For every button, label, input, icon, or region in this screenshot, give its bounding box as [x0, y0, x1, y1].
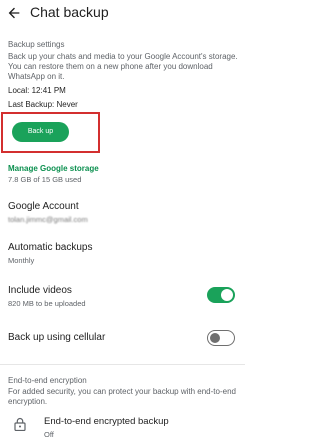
- storage-usage: 7.8 GB of 15 GB used: [8, 175, 82, 184]
- manage-google-storage-link[interactable]: Manage Google storage: [8, 164, 99, 173]
- cellular-backup-title: Back up using cellular: [8, 332, 106, 343]
- section-divider: [0, 364, 245, 365]
- page-title: Chat backup: [30, 4, 109, 20]
- toggle-knob: [210, 332, 220, 343]
- include-videos-toggle[interactable]: [207, 287, 235, 303]
- back-arrow-icon[interactable]: [6, 5, 22, 21]
- e2e-backup-title[interactable]: End-to-end encrypted backup: [44, 416, 169, 427]
- include-videos-title: Include videos: [8, 285, 72, 296]
- automatic-backups-value: Monthly: [8, 256, 35, 265]
- include-videos-subtitle: 820 MB to be uploaded: [8, 299, 86, 308]
- local-backup-time: Local: 12:41 PM: [8, 86, 66, 95]
- e2e-section-label: End-to-end encryption: [8, 376, 87, 385]
- toggle-knob: [221, 289, 233, 301]
- lock-icon: [14, 417, 26, 431]
- e2e-description: For added security, you can protect your…: [8, 387, 236, 406]
- google-account-email: tolan.jimmc@gmail.com: [8, 215, 88, 224]
- backup-settings-label: Backup settings: [8, 40, 65, 49]
- automatic-backups-title[interactable]: Automatic backups: [8, 242, 93, 253]
- cellular-backup-toggle[interactable]: [207, 330, 235, 346]
- backup-description: Back up your chats and media to your Goo…: [8, 52, 238, 81]
- back-up-button[interactable]: Back up: [12, 122, 69, 142]
- google-account-title[interactable]: Google Account: [8, 201, 79, 212]
- e2e-backup-value: Off: [44, 430, 54, 439]
- top-app-bar: Chat backup: [0, 0, 245, 26]
- last-backup-time: Last Backup: Never: [8, 100, 78, 109]
